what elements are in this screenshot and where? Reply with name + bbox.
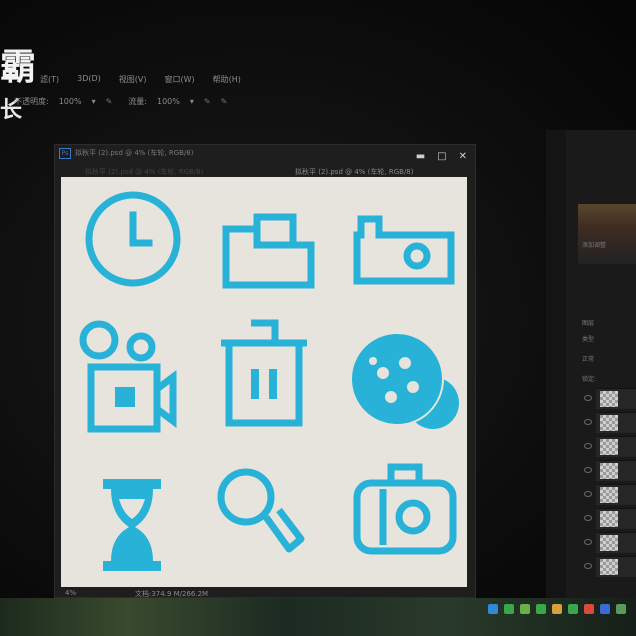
layer-row[interactable] (584, 388, 636, 409)
window-controls: ▬ □ ✕ (416, 151, 467, 162)
layer-row[interactable] (584, 532, 636, 553)
layer-row[interactable] (584, 436, 636, 457)
flow-value[interactable]: 100% (157, 97, 180, 106)
camera-2-icon (353, 463, 457, 555)
color-swatches-panel[interactable] (578, 204, 636, 264)
camera-icon (353, 215, 455, 285)
menu-item-window[interactable]: 窗口(W) (165, 74, 195, 85)
icon-grid (79, 191, 459, 571)
tray-app-icon[interactable] (520, 604, 530, 614)
lock-label: 锁定: (582, 376, 597, 383)
layer-thumbnail (600, 463, 618, 479)
visibility-eye-icon[interactable] (584, 419, 592, 425)
video-camera-icon (79, 320, 177, 433)
visibility-eye-icon[interactable] (584, 467, 592, 473)
trash-bar-right (269, 369, 277, 399)
layer-thumbnail (600, 415, 618, 431)
trash-icon (221, 319, 307, 427)
opacity-value[interactable]: 100% (59, 97, 82, 106)
layer-thumbnail (600, 559, 618, 575)
layer-thumbnail (600, 535, 618, 551)
layer-row[interactable] (584, 412, 636, 433)
tray-app-icon[interactable] (504, 604, 514, 614)
watermark-line1: 霸 (0, 47, 38, 88)
trash-bar-left (251, 369, 259, 399)
document-window: Ps 拟秋平 (2).psd @ 4% (车轮, RGB/8) ▬ □ ✕ 拟秋… (54, 144, 476, 598)
folder-icon (222, 213, 315, 289)
blend-mode-select[interactable]: 正常 (582, 354, 594, 363)
layer-thumbnail (600, 511, 618, 527)
watermark-text: 霸 (0, 38, 37, 90)
opacity-label: 不透明度: (14, 97, 49, 106)
restore-button[interactable]: □ (437, 151, 446, 162)
pressure-opacity-icon[interactable]: ✎ (106, 97, 113, 106)
tab-active-document[interactable]: 拟秋平 (2).psd @ 4% (车轮, RGB/8) (295, 167, 414, 177)
panel-toolstrip (546, 130, 566, 600)
layer-row[interactable] (584, 460, 636, 481)
document-title: 拟秋平 (2).psd @ 4% (车轮, RGB/8) (75, 149, 194, 157)
menu-item-filter[interactable]: 滤(T) (40, 74, 59, 85)
flow-label: 流量: (128, 97, 147, 106)
layer-thumbnail (600, 487, 618, 503)
visibility-eye-icon[interactable] (584, 395, 592, 401)
visibility-eye-icon[interactable] (584, 443, 592, 449)
tray-app-icon[interactable] (600, 604, 610, 614)
layer-thumbnail (600, 439, 618, 455)
tray-app-icon[interactable] (584, 604, 594, 614)
system-tray (488, 604, 626, 614)
document-titlebar[interactable]: Ps 拟秋平 (2).psd @ 4% (车轮, RGB/8) (55, 145, 475, 161)
tray-app-icon[interactable] (488, 604, 498, 614)
document-tabs: 拟秋平 (2).psd @ 4% (车轮, RGB/8) 拟秋平 (2).psd… (55, 165, 475, 177)
tray-app-icon[interactable] (616, 604, 626, 614)
video-lens (115, 387, 135, 407)
layer-row[interactable] (584, 556, 636, 577)
airbrush-icon[interactable]: ✎ (204, 97, 211, 106)
adjustments-label: 添加调整 (582, 242, 607, 249)
opacity-dropdown-icon[interactable]: ▾ (92, 97, 96, 106)
photoshop-icon: Ps (59, 147, 71, 159)
visibility-eye-icon[interactable] (584, 515, 592, 521)
visibility-eye-icon[interactable] (584, 491, 592, 497)
close-button[interactable]: ✕ (459, 151, 467, 162)
menu-bar: 滤(T) 3D(D) 视图(V) 窗口(W) 帮助(H) (40, 74, 241, 85)
tray-app-icon[interactable] (552, 604, 562, 614)
tab-inactive-document[interactable]: 拟秋平 (2).psd @ 4% (车轮, RGB/8) (85, 167, 204, 177)
zoom-readout[interactable]: 4% (65, 589, 76, 597)
tray-app-icon[interactable] (536, 604, 546, 614)
right-panels: 添加调整 图层 类型 正常 锁定: (546, 130, 636, 600)
visibility-eye-icon[interactable] (584, 563, 592, 569)
film-reel-icon (350, 332, 459, 429)
clock-icon (85, 191, 181, 287)
taskbar (0, 598, 636, 636)
tray-app-icon[interactable] (568, 604, 578, 614)
visibility-eye-icon[interactable] (584, 539, 592, 545)
hourglass-icon (103, 479, 161, 571)
magnifier-icon (217, 468, 305, 553)
layer-kind-filter[interactable]: 类型 (582, 334, 594, 343)
layer-row[interactable] (584, 508, 636, 529)
menu-item-help[interactable]: 帮助(H) (213, 74, 241, 85)
canvas[interactable] (61, 177, 467, 587)
layer-row[interactable] (584, 484, 636, 505)
menu-item-3d[interactable]: 3D(D) (77, 74, 101, 85)
flow-dropdown-icon[interactable]: ▾ (190, 97, 194, 106)
minimize-button[interactable]: ▬ (416, 151, 425, 162)
layers-tab[interactable]: 图层 (582, 318, 594, 327)
menu-item-view[interactable]: 视图(V) (119, 74, 147, 85)
options-bar: 不透明度: 100% ▾ ✎ 流量: 100% ▾ ✎ ✎ (14, 96, 227, 107)
screen: 霸 长 滤(T) 3D(D) 视图(V) 窗口(W) 帮助(H) 不透明度: 1… (0, 0, 636, 636)
pressure-size-icon[interactable]: ✎ (221, 97, 228, 106)
layer-thumbnail (600, 391, 618, 407)
